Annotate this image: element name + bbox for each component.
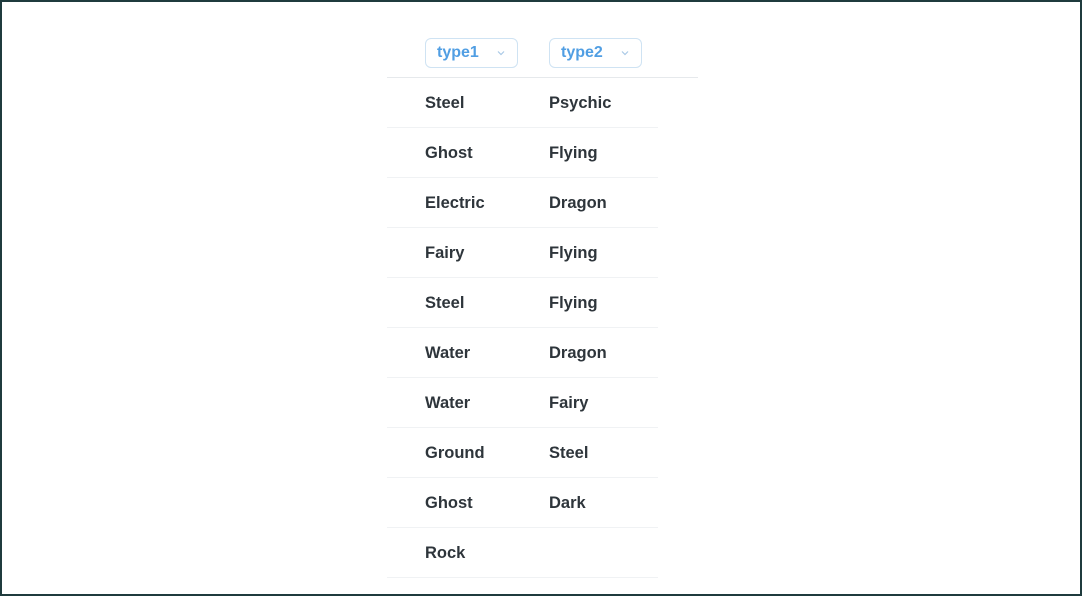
cell-type2: Psychic	[549, 94, 612, 112]
table-header: type1 type2	[387, 35, 698, 78]
frame: type1 type2 Steel Psychic Ghost Flying E…	[0, 0, 1082, 596]
cell-type2: Flying	[549, 294, 598, 312]
cell-type1: Water	[425, 344, 471, 362]
column-header-type1[interactable]: type1	[425, 38, 518, 68]
cell-type1: Rock	[425, 544, 466, 562]
cell-type2: Flying	[549, 244, 598, 262]
data-table: type1 type2 Steel Psychic Ghost Flying E…	[387, 35, 698, 578]
table-row: Water Dragon	[387, 328, 658, 378]
cell-type1: Steel	[425, 294, 465, 312]
table-row: Rock	[387, 528, 658, 578]
table-row: Fairy Flying	[387, 228, 658, 278]
cell-type1: Fairy	[425, 244, 465, 262]
cell-type2: Dragon	[549, 344, 607, 362]
column-header-type2[interactable]: type2	[549, 38, 642, 68]
chevron-down-icon	[621, 51, 629, 56]
cell-type2: Steel	[549, 444, 589, 462]
cell-type1: Ghost	[425, 144, 473, 162]
cell-type1: Ghost	[425, 494, 473, 512]
table-row: Ghost Dark	[387, 478, 658, 528]
column-header-label: type2	[561, 44, 603, 61]
cell-type1: Electric	[425, 194, 485, 212]
table-row: Ground Steel	[387, 428, 658, 478]
cell-type1: Ground	[425, 444, 485, 462]
cell-type2: Flying	[549, 144, 598, 162]
cell-type1: Water	[425, 394, 471, 412]
table-row: Water Fairy	[387, 378, 658, 428]
table-row: Steel Flying	[387, 278, 658, 328]
cell-type2: Fairy	[549, 394, 589, 412]
column-header-label: type1	[437, 44, 479, 61]
cell-type1: Steel	[425, 94, 465, 112]
table-row: Steel Psychic	[387, 78, 658, 128]
cell-type2: Dragon	[549, 194, 607, 212]
cell-type2: Dark	[549, 494, 586, 512]
table-row: Electric Dragon	[387, 178, 658, 228]
table-row: Ghost Flying	[387, 128, 658, 178]
chevron-down-icon	[497, 51, 505, 56]
